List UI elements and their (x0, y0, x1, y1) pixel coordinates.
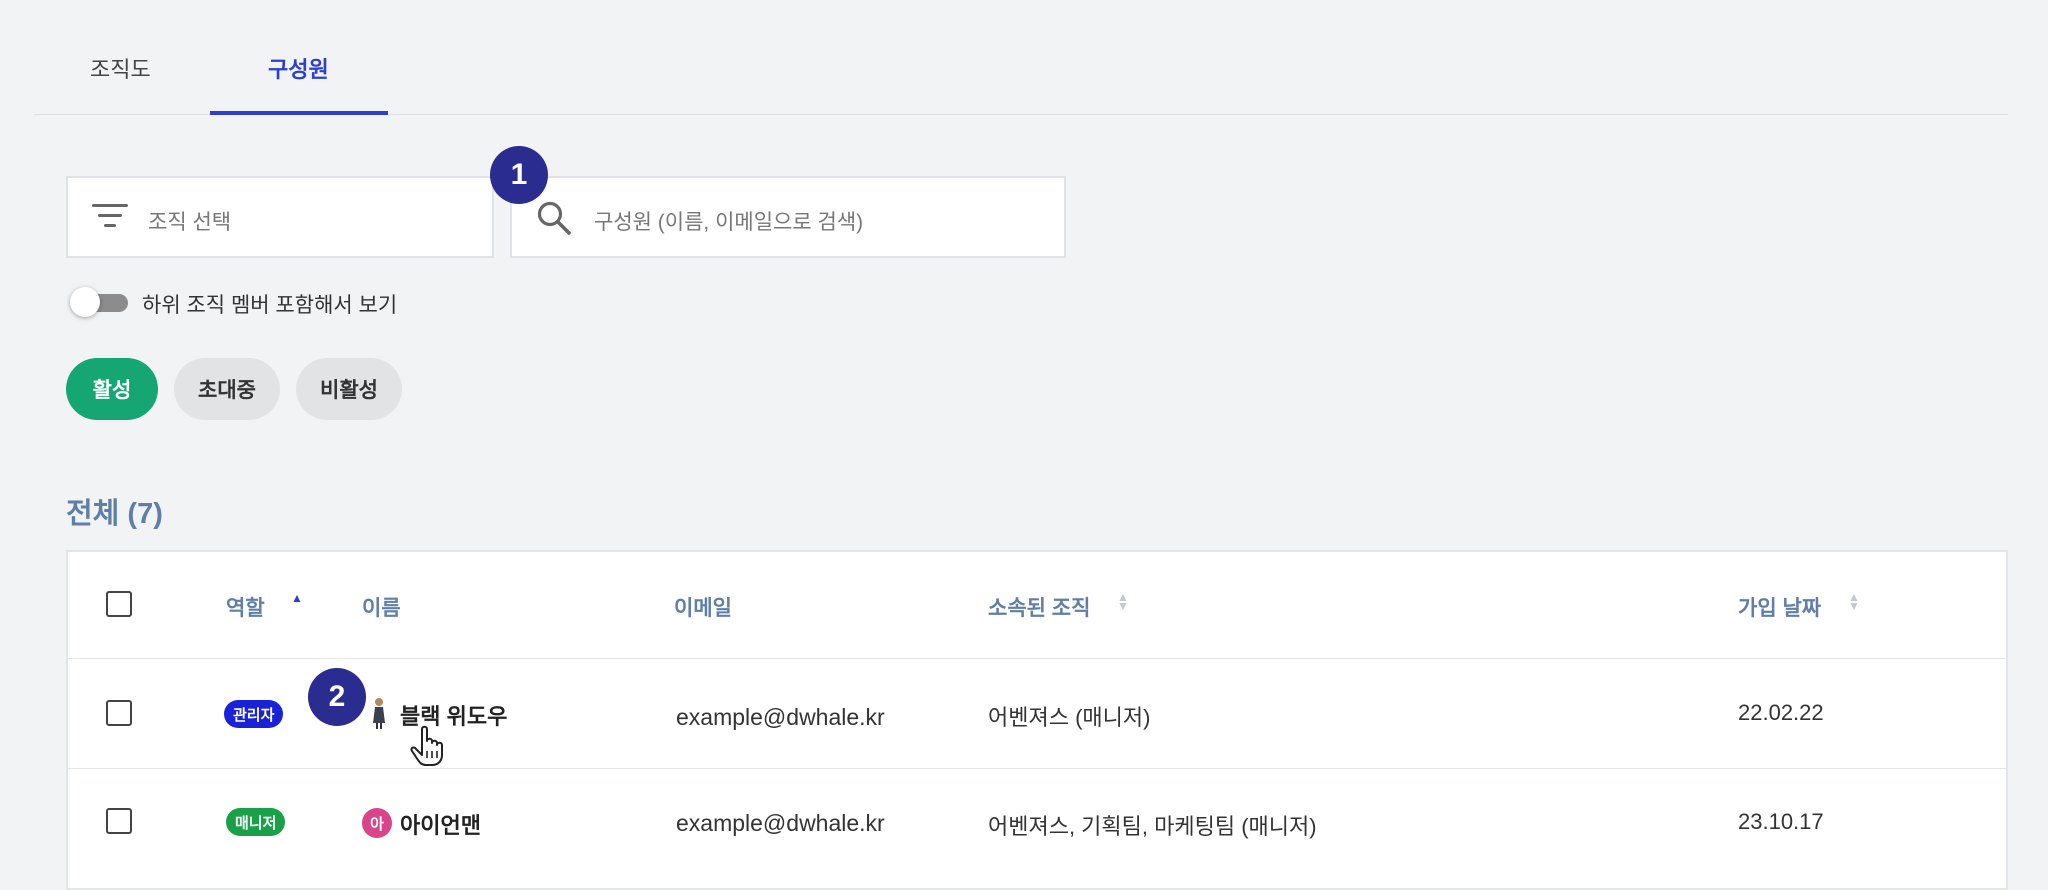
member-joined-date: 22.02.22 (1738, 700, 1824, 725)
toggle-label: 하위 조직 멤버 포함해서 보기 (142, 294, 398, 317)
table-row-divider (68, 768, 2006, 769)
member-name[interactable]: 아이언맨 (400, 808, 481, 840)
row-checkbox[interactable] (106, 700, 132, 726)
row-checkbox[interactable] (106, 808, 132, 834)
member-total-count: 전체 (7) (66, 498, 163, 530)
column-header-role[interactable]: 역할 (226, 592, 265, 622)
search-icon (537, 201, 571, 235)
member-org: 어벤져스 (매니저) (988, 705, 1151, 730)
member-org: 어벤져스, 기획팀, 마케팅팀 (매니저) (988, 814, 1317, 839)
tab-members[interactable]: 구성원 (268, 52, 329, 84)
search-placeholder: 구성원 (이름, 이메일으로 검색) (594, 211, 864, 234)
status-pill-inactive[interactable]: 비활성 (296, 358, 402, 420)
member-email: example@dwhale.kr (676, 704, 885, 730)
column-header-org[interactable]: 소속된 조직 (988, 592, 1090, 622)
org-select-dropdown[interactable] (66, 176, 494, 258)
column-header-joined[interactable]: 가입 날짜 (1738, 592, 1821, 622)
org-select-placeholder: 조직 선택 (148, 211, 232, 234)
callout-badge-2: 2 (308, 668, 366, 726)
role-badge-admin: 관리자 (224, 700, 284, 728)
filter-icon (92, 204, 128, 232)
sort-icon[interactable]: ▲ (291, 592, 303, 604)
column-header-name: 이름 (362, 597, 401, 620)
column-header-email: 이메일 (674, 597, 732, 620)
toggle-knob[interactable] (70, 287, 100, 317)
hand-cursor-icon (410, 725, 443, 766)
tab-org-chart[interactable]: 조직도 (90, 52, 151, 84)
role-badge-manager: 매니저 (226, 808, 286, 836)
avatar (373, 698, 385, 729)
select-all-checkbox[interactable] (106, 591, 132, 617)
status-pill-active[interactable]: 활성 (66, 358, 158, 420)
callout-badge-1: 1 (490, 146, 548, 204)
sort-icon[interactable]: ▲ ▼ (1848, 591, 1860, 612)
status-pill-invited[interactable]: 초대중 (174, 358, 280, 420)
avatar: 아 (362, 808, 392, 838)
member-joined-date: 23.10.17 (1738, 809, 1824, 834)
table-header-divider (68, 658, 2006, 659)
member-email: example@dwhale.kr (676, 810, 885, 836)
active-tab-indicator (210, 111, 388, 115)
sort-icon[interactable]: ▲ ▼ (1117, 591, 1129, 612)
